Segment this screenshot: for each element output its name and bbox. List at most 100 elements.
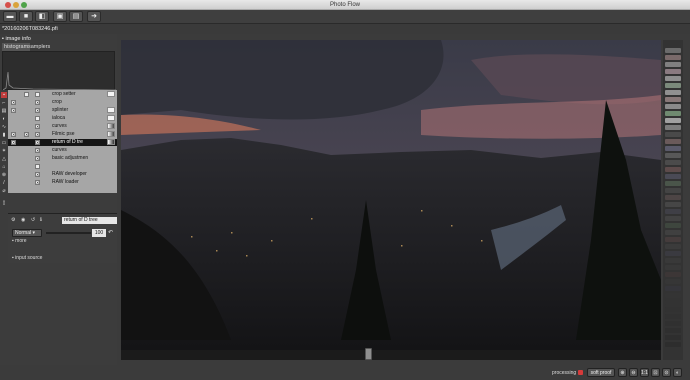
clone-icon[interactable]: ⊛ xyxy=(1,172,7,178)
blur-icon[interactable]: ✶ xyxy=(1,148,7,154)
snapshot-thumb[interactable] xyxy=(665,293,681,298)
blend-mode-select[interactable]: Normal ▾ xyxy=(12,229,42,237)
exit-button[interactable]: ➜ xyxy=(87,11,101,22)
save-as-button[interactable]: ◧ xyxy=(35,11,49,22)
layer-row[interactable]: ✕ RAW developer xyxy=(8,171,117,178)
layer-visible-checkbox[interactable]: ✕ xyxy=(35,172,40,177)
scrollbar-thumb[interactable] xyxy=(365,348,372,360)
file-tab[interactable]: *20160206T083246.pfi xyxy=(2,25,58,33)
snapshot-thumb[interactable] xyxy=(665,244,681,249)
layer-row[interactable]: ✕ ✕ splinter xyxy=(8,107,117,114)
layer-opacity-checkbox[interactable]: ✕ xyxy=(35,132,40,137)
snapshot-thumb[interactable] xyxy=(665,118,681,123)
image-info-expander[interactable]: ▪ image info xyxy=(2,36,31,42)
layer-visible-checkbox[interactable]: ✕ xyxy=(35,124,40,129)
preview-toggle-button[interactable]: ⊙ xyxy=(662,368,671,377)
snapshot-thumb[interactable] xyxy=(665,125,681,130)
snapshot-thumb[interactable] xyxy=(665,272,681,277)
zoom-actual-button[interactable]: 1:1 xyxy=(640,368,649,377)
snapshot-thumb[interactable] xyxy=(665,202,681,207)
opacity-value[interactable]: 100 xyxy=(92,229,106,237)
open-button[interactable]: ▬ xyxy=(3,11,17,22)
snapshot-thumb[interactable] xyxy=(665,251,681,256)
image-canvas[interactable] xyxy=(121,40,661,360)
layer-name-field[interactable]: return of D tree xyxy=(62,217,117,224)
mask-icon[interactable]: ▭ xyxy=(1,140,7,146)
more-expander[interactable]: ▪ more xyxy=(12,238,27,244)
layer-enable-checkbox[interactable]: ✕ xyxy=(11,140,16,145)
snapshot-thumb[interactable] xyxy=(665,97,681,102)
layer-mask-thumb[interactable] xyxy=(107,115,115,121)
levels-icon[interactable]: ▤ xyxy=(1,108,7,114)
snapshot-thumb[interactable] xyxy=(665,209,681,214)
snapshot-thumb[interactable] xyxy=(665,265,681,270)
layer-visible-checkbox[interactable]: ✕ xyxy=(24,132,29,137)
sharpen-icon[interactable]: △ xyxy=(1,156,7,162)
input-source-expander[interactable]: ▪ input source xyxy=(12,255,42,261)
layer-row[interactable]: ialoca xyxy=(8,115,117,122)
snapshot-thumb[interactable] xyxy=(665,160,681,165)
gradient-icon[interactable]: ▮ xyxy=(1,132,7,138)
snapshot-thumb[interactable] xyxy=(665,279,681,284)
snapshot-thumb[interactable] xyxy=(665,55,681,60)
snapshot-thumb[interactable] xyxy=(665,342,681,347)
snapshot-thumb[interactable] xyxy=(665,146,681,151)
layer-visible-checkbox[interactable]: ✕ xyxy=(35,180,40,185)
zoom-out-button[interactable]: ⊖ xyxy=(629,368,638,377)
snapshot-thumb[interactable] xyxy=(665,90,681,95)
snapshot-thumb[interactable] xyxy=(665,216,681,221)
new-layer-icon[interactable]: ▪ xyxy=(1,92,7,98)
snapshot-thumb[interactable] xyxy=(665,188,681,193)
eye-icon[interactable]: ◉ xyxy=(21,217,26,223)
snapshot-thumb[interactable] xyxy=(665,174,681,179)
snapshot-thumb[interactable] xyxy=(665,167,681,172)
snapshot-thumb[interactable] xyxy=(665,307,681,312)
zoom-fit-button[interactable]: ⊡ xyxy=(651,368,660,377)
layer-row[interactable] xyxy=(8,163,117,170)
layer-row[interactable]: ✕ basic adjustmen xyxy=(8,155,117,162)
layer-visible-checkbox[interactable]: ✕ xyxy=(35,156,40,161)
tab-samplers[interactable]: samplers xyxy=(26,43,52,51)
layer-visible-checkbox[interactable]: ✕ xyxy=(35,148,40,153)
transform-icon[interactable]: ⌂ xyxy=(1,164,7,170)
save-button[interactable]: ■ xyxy=(19,11,33,22)
snapshot-thumb[interactable] xyxy=(665,321,681,326)
export-image-button[interactable]: ▤ xyxy=(69,11,83,22)
snapshot-thumb[interactable] xyxy=(665,153,681,158)
snapshot-thumb[interactable] xyxy=(665,83,681,88)
layer-mask-thumb[interactable] xyxy=(107,131,115,137)
layer-enable-checkbox[interactable]: ✕ xyxy=(11,132,16,137)
layer-row[interactable]: ✕ curves xyxy=(8,147,117,154)
soft-proof-toggle[interactable]: soft proof xyxy=(587,368,615,377)
snapshot-thumb[interactable] xyxy=(665,62,681,67)
snapshot-thumb[interactable] xyxy=(665,132,681,137)
snapshot-thumb[interactable] xyxy=(665,335,681,340)
layer-row[interactable]: ✕ RAW loader xyxy=(8,179,117,186)
eraser-icon[interactable]: ⌀ xyxy=(1,188,7,194)
snapshot-thumb[interactable] xyxy=(665,237,681,242)
gear-icon[interactable]: ⚙ xyxy=(11,217,16,223)
reset-icon[interactable]: ↺ xyxy=(31,217,36,223)
layer-visible-checkbox[interactable] xyxy=(35,164,40,169)
snapshot-thumb[interactable] xyxy=(665,76,681,81)
color-icon[interactable]: ◐ xyxy=(1,116,7,122)
undo-icon[interactable]: ↶ xyxy=(108,229,115,237)
snapshot-thumb[interactable] xyxy=(665,69,681,74)
layer-row[interactable]: ✕ ✕ crop xyxy=(8,99,117,106)
snapshot-thumb[interactable] xyxy=(665,111,681,116)
opacity-slider[interactable] xyxy=(46,232,91,234)
snapshot-thumb[interactable] xyxy=(665,139,681,144)
layer-row[interactable]: crop setter xyxy=(8,91,117,98)
snapshot-thumb[interactable] xyxy=(665,328,681,333)
layer-enable-checkbox[interactable]: ✕ xyxy=(11,108,16,113)
info-icon[interactable]: ℹ xyxy=(40,217,45,223)
snapshot-thumb[interactable] xyxy=(665,314,681,319)
layer-visible-checkbox[interactable] xyxy=(35,116,40,121)
snapshot-thumb[interactable] xyxy=(665,300,681,305)
snapshot-thumb[interactable] xyxy=(665,104,681,109)
layer-row[interactable]: ✕ ✕ ✕ Filmic pse xyxy=(8,131,117,138)
zoom-in-button[interactable]: ⊕ xyxy=(618,368,627,377)
layer-row-selected[interactable]: ✕ ✕ return of D tre xyxy=(8,139,117,146)
snapshot-thumb[interactable] xyxy=(665,223,681,228)
snapshot-thumb[interactable] xyxy=(665,181,681,186)
